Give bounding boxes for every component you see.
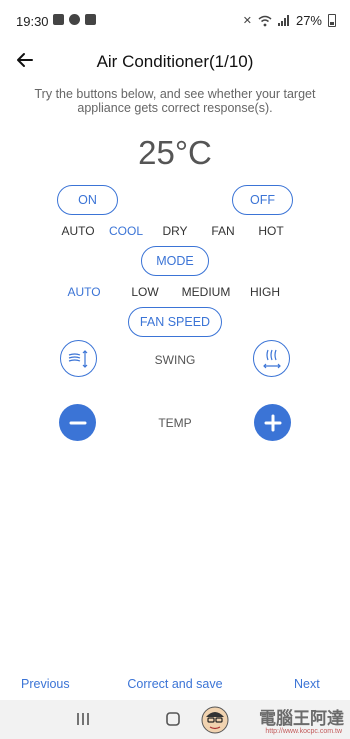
watermark-url: http://www.kocpc.com.tw bbox=[265, 728, 342, 735]
mode-option-auto[interactable]: AUTO bbox=[58, 224, 98, 238]
mode-option-cool[interactable]: COOL bbox=[106, 224, 146, 238]
system-icons: ✕ 27% bbox=[243, 13, 336, 28]
gallery-icon bbox=[53, 14, 64, 25]
wifi-icon bbox=[258, 15, 272, 26]
facebook-icon bbox=[69, 14, 80, 25]
status-bar: 19:30 ✕ 27% bbox=[0, 0, 350, 40]
battery-icon bbox=[328, 14, 336, 27]
previous-button[interactable]: Previous bbox=[21, 677, 70, 691]
notification-icons bbox=[53, 14, 96, 25]
temp-label: TEMP bbox=[158, 416, 192, 430]
mode-option-hot[interactable]: HOT bbox=[251, 224, 291, 238]
home-icon[interactable] bbox=[165, 711, 181, 727]
correct-and-save-button[interactable]: Correct and save bbox=[125, 677, 225, 691]
status-time: 19:30 bbox=[16, 14, 49, 29]
app-notification-icon bbox=[85, 14, 96, 25]
fan-option-auto[interactable]: AUTO bbox=[62, 285, 106, 299]
swing-vertical-icon bbox=[68, 349, 87, 368]
recent-apps-icon[interactable] bbox=[76, 712, 90, 726]
fan-speed-button[interactable]: FAN SPEED bbox=[128, 307, 222, 337]
swing-vertical-button[interactable] bbox=[60, 340, 97, 377]
fan-option-low[interactable]: LOW bbox=[123, 285, 167, 299]
mode-option-dry[interactable]: DRY bbox=[155, 224, 195, 238]
on-button[interactable]: ON bbox=[57, 185, 118, 215]
temp-increase-button[interactable] bbox=[254, 404, 291, 441]
temp-decrease-button[interactable] bbox=[59, 404, 96, 441]
mute-icon: ✕ bbox=[242, 15, 252, 27]
minus-icon bbox=[69, 421, 86, 424]
swing-label: SWING bbox=[154, 353, 196, 367]
watermark-text: 電腦王阿達 bbox=[259, 709, 344, 728]
off-button[interactable]: OFF bbox=[232, 185, 293, 215]
mode-button[interactable]: MODE bbox=[141, 246, 209, 276]
fan-option-high[interactable]: HIGH bbox=[243, 285, 287, 299]
avatar bbox=[201, 706, 229, 734]
page-title: Air Conditioner(1/10) bbox=[96, 52, 254, 71]
instructions-text: Try the buttons below, and see whether y… bbox=[34, 87, 316, 115]
swing-horizontal-icon bbox=[262, 349, 281, 368]
mode-option-fan[interactable]: FAN bbox=[203, 224, 243, 238]
swing-horizontal-button[interactable] bbox=[253, 340, 290, 377]
plus-icon bbox=[264, 414, 281, 431]
temperature-display: 25°C bbox=[138, 134, 212, 171]
signal-icon bbox=[277, 15, 289, 26]
battery-percent: 27% bbox=[295, 13, 322, 28]
fan-option-medium[interactable]: MEDIUM bbox=[176, 285, 236, 299]
next-button[interactable]: Next bbox=[294, 677, 320, 691]
